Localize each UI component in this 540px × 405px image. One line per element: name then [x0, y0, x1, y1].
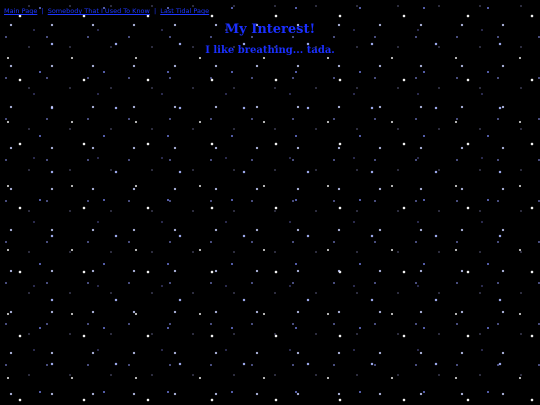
nav-links: Main Page | Somebody That I Used To Know… — [4, 7, 209, 15]
nav-separator: | — [41, 7, 44, 15]
nav-separator: | — [153, 7, 157, 15]
nav-link-last-tidal-page[interactable]: Last Tidal Page — [160, 7, 209, 15]
page-title: My Interest! — [224, 22, 316, 37]
starfield-background-layer — [0, 0, 540, 405]
nav-link-somebody[interactable]: Somebody That I Used To Know — [48, 7, 150, 15]
page-subtitle: I like breathing... tada. — [205, 45, 335, 56]
nav-link-main-page[interactable]: Main Page — [4, 7, 37, 15]
